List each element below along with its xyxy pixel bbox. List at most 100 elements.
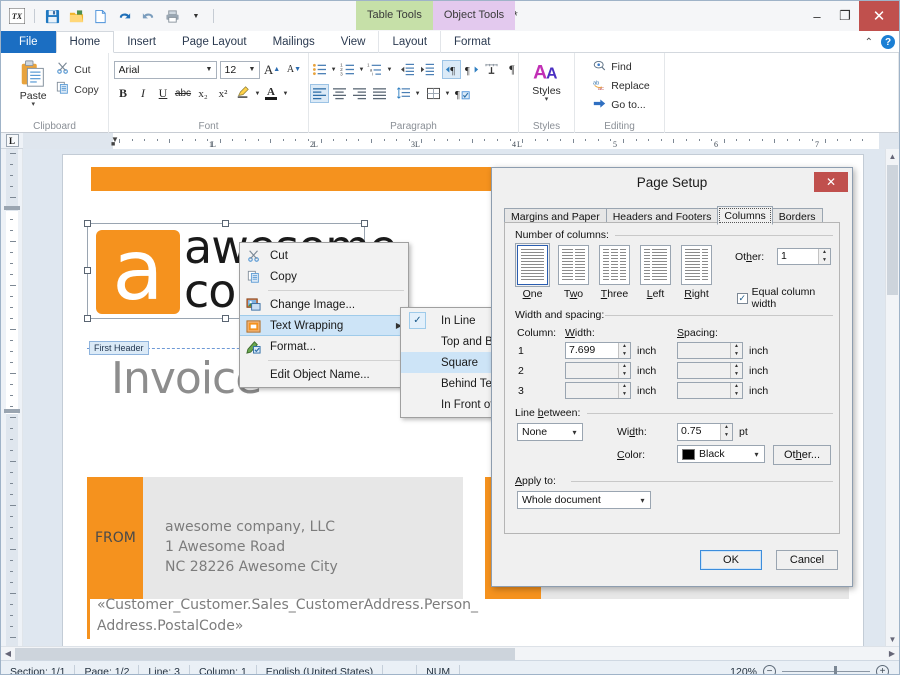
close-button[interactable]: ✕ xyxy=(859,1,899,31)
vertical-ruler[interactable] xyxy=(1,149,23,646)
preset-two[interactable]: Two xyxy=(558,245,589,300)
context-menu-text-wrapping[interactable]: Text Wrapping ▶ xyxy=(240,315,408,336)
spinner-down[interactable]: ▼ xyxy=(731,351,742,359)
vertical-scrollbar[interactable]: ▲ ▼ xyxy=(885,149,899,646)
context-menu-edit-object-name[interactable]: Edit Object Name... xyxy=(240,364,408,385)
text-wrapping-submenu[interactable]: ✓ In Line Top and Bottom Square Behind T… xyxy=(400,307,492,418)
replace-button[interactable]: ab ac Replace xyxy=(593,78,650,94)
context-menu-copy[interactable]: Copy xyxy=(240,266,408,287)
spinner-buttons[interactable]: ▲ ▼ xyxy=(730,383,742,398)
other-color-button[interactable]: Other... xyxy=(773,445,831,465)
preset-left[interactable]: Left xyxy=(640,245,671,300)
bottom-margin-handle[interactable] xyxy=(4,409,20,413)
spinner-down[interactable]: ▼ xyxy=(731,391,742,399)
subscript-button[interactable]: x₂ xyxy=(194,84,213,103)
line-spacing-dropdown-icon[interactable]: ▼ xyxy=(415,91,421,97)
tab-file[interactable]: File xyxy=(1,31,56,53)
customize-qat-icon[interactable]: ▼ xyxy=(186,6,206,26)
align-center-button[interactable] xyxy=(330,84,349,103)
submenu-item-in-front-of-text[interactable]: In Front of Text xyxy=(401,394,491,415)
highlight-color-button[interactable] xyxy=(234,84,253,103)
multilevel-list-button[interactable]: 1ai xyxy=(365,60,384,79)
spinner-down[interactable]: ▼ xyxy=(619,391,630,399)
dialog-close-button[interactable]: ✕ xyxy=(814,172,848,192)
scroll-right-button[interactable]: ▶ xyxy=(885,647,899,661)
spinner-buttons[interactable]: ▲ ▼ xyxy=(720,424,732,440)
context-menu-change-image[interactable]: Change Image... xyxy=(240,294,408,315)
tab-page-layout[interactable]: Page Layout xyxy=(169,31,260,53)
spinner-up[interactable]: ▲ xyxy=(619,343,630,351)
submenu-item-top-and-bottom[interactable]: Top and Bottom xyxy=(401,331,491,352)
styles-dropdown-arrow[interactable]: ▾ xyxy=(545,96,549,103)
paste-button[interactable]: Paste ▾ xyxy=(10,57,56,108)
horizontal-ruler[interactable]: L 1 2 3 4 5 6 7 ▼ ■ LLLL xyxy=(1,132,899,149)
tab-home[interactable]: Home xyxy=(55,31,115,53)
preset-two-box[interactable] xyxy=(558,245,589,285)
align-right-button[interactable] xyxy=(350,84,369,103)
column-2-width-spinner[interactable]: ▲ ▼ xyxy=(565,362,631,379)
image-context-menu[interactable]: Cut Copy Change Image... Text Wrapping ▶… xyxy=(239,242,409,388)
resize-handle-ne[interactable] xyxy=(361,220,368,227)
grow-font-button[interactable]: A ▲ xyxy=(263,60,282,79)
strikethrough-button[interactable]: abc xyxy=(174,84,193,103)
resize-handle-nw[interactable] xyxy=(84,220,91,227)
top-margin-handle[interactable] xyxy=(4,206,20,210)
cut-button[interactable]: Cut xyxy=(56,61,99,78)
column-1-spacing-spinner[interactable]: ▲ ▼ xyxy=(677,342,743,359)
spinner-up[interactable]: ▲ xyxy=(721,424,732,432)
multilevel-dropdown-icon[interactable]: ▼ xyxy=(386,67,392,73)
increase-indent-button[interactable] xyxy=(418,60,437,79)
column-3-width-spinner[interactable]: ▲ ▼ xyxy=(565,382,631,399)
dialog-cancel-button[interactable]: Cancel xyxy=(776,550,838,570)
zoom-in-button[interactable]: + xyxy=(876,665,889,674)
spinner-up[interactable]: ▲ xyxy=(619,383,630,391)
scroll-left-button[interactable]: ◀ xyxy=(1,647,15,661)
decrease-indent-button[interactable] xyxy=(398,60,417,79)
scroll-up-button[interactable]: ▲ xyxy=(886,149,899,163)
bold-button[interactable]: B xyxy=(114,84,133,103)
new-document-icon[interactable] xyxy=(90,6,110,26)
font-name-combo[interactable]: Arial ▼ xyxy=(113,60,217,79)
redo-icon[interactable] xyxy=(138,6,158,26)
equal-column-width-checkbox[interactable]: ✓ Equal column width xyxy=(737,286,839,310)
tab-mailings[interactable]: Mailings xyxy=(260,31,328,53)
zoom-slider-thumb[interactable] xyxy=(834,666,837,674)
tab-stop-selector[interactable]: L xyxy=(1,133,23,149)
spinner-buttons[interactable]: ▲ ▼ xyxy=(618,363,630,378)
print-icon[interactable] xyxy=(162,6,182,26)
preset-three-box[interactable] xyxy=(599,245,630,285)
ruler-tab-stop[interactable]: L xyxy=(415,140,420,149)
bullets-dropdown-icon[interactable]: ▼ xyxy=(331,67,337,73)
resize-handle-s[interactable] xyxy=(222,315,229,322)
paste-dropdown-arrow[interactable]: ▾ xyxy=(31,101,35,108)
horizontal-scroll-track[interactable] xyxy=(15,647,885,661)
spinner-buttons[interactable]: ▲ ▼ xyxy=(730,343,742,358)
maximize-button[interactable]: ❐ xyxy=(831,1,859,31)
superscript-button[interactable]: x² xyxy=(214,84,233,103)
preset-right[interactable]: Right xyxy=(681,245,712,300)
other-columns-spinner[interactable]: 1 ▲ ▼ xyxy=(777,248,831,265)
spinner-up[interactable]: ▲ xyxy=(731,343,742,351)
paragraph-settings-button[interactable]: ¶ xyxy=(453,84,472,103)
font-size-combo[interactable]: 12 ▼ xyxy=(219,60,260,79)
underline-button[interactable]: U xyxy=(154,84,173,103)
preset-one-box[interactable] xyxy=(515,243,550,287)
app-icon[interactable]: TX xyxy=(7,6,27,26)
spinner-buttons[interactable]: ▲ ▼ xyxy=(730,363,742,378)
tab-format[interactable]: Format xyxy=(440,31,503,53)
numbering-dropdown-icon[interactable]: ▼ xyxy=(359,67,365,73)
preset-three[interactable]: Three xyxy=(599,245,630,300)
spinner-up[interactable]: ▲ xyxy=(619,363,630,371)
spinner-down[interactable]: ▼ xyxy=(731,371,742,379)
spinner-down[interactable]: ▼ xyxy=(619,351,630,359)
tab-layout[interactable]: Layout xyxy=(378,31,440,53)
open-icon[interactable] xyxy=(66,6,86,26)
tab-insert[interactable]: Insert xyxy=(114,31,169,53)
column-1-width-spinner[interactable]: 7.699 ▲ ▼ xyxy=(565,342,631,359)
column-2-spacing-spinner[interactable]: ▲ ▼ xyxy=(677,362,743,379)
horizontal-scroll-thumb[interactable] xyxy=(15,647,515,660)
save-icon[interactable] xyxy=(42,6,62,26)
borders-button[interactable] xyxy=(424,84,443,103)
ruler-tab-stop[interactable]: L xyxy=(517,140,522,149)
chevron-down-icon[interactable]: ▾ xyxy=(635,496,650,505)
